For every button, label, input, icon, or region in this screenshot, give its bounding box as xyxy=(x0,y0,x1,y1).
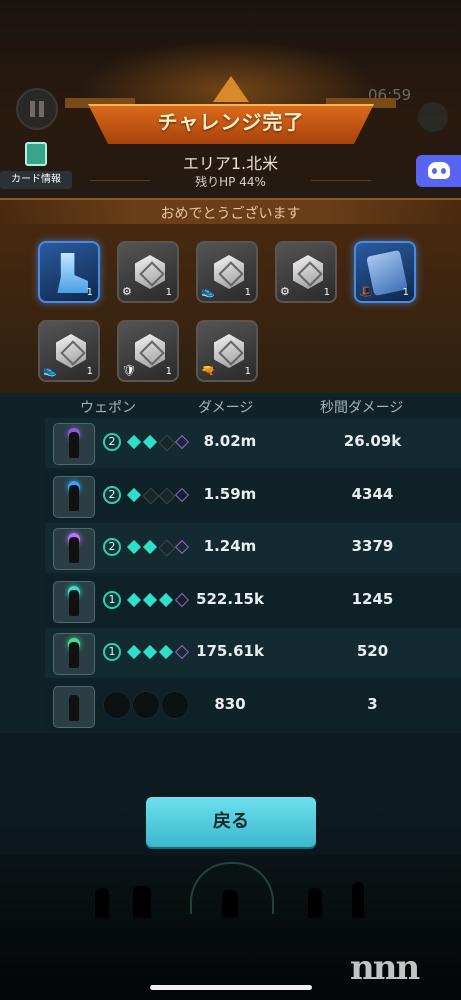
item-count: 1 xyxy=(402,287,409,298)
header-dps: 秒間ダメージ xyxy=(320,400,404,416)
banner-crest xyxy=(213,76,249,102)
unit-silhouette xyxy=(308,888,322,918)
item-count: 1 xyxy=(244,366,251,377)
back-button[interactable]: 戻る xyxy=(146,797,316,847)
reward-item[interactable]: 1 👟 xyxy=(196,241,258,303)
weapon-level-badge: 1 xyxy=(103,590,121,609)
damage-value: 1.24m xyxy=(203,537,257,555)
result-title: チャレンジ完了 xyxy=(157,110,305,134)
dps-value: 520 xyxy=(356,642,389,660)
damage-value: 830 xyxy=(214,694,246,713)
item-count: 1 xyxy=(86,287,93,298)
empty-slot xyxy=(132,690,160,719)
pause-button[interactable] xyxy=(16,88,58,130)
reward-item[interactable]: 1 👟 xyxy=(38,320,100,382)
table-row: 2 8.02m 26.09k xyxy=(45,418,461,468)
watermark-logo: nnn xyxy=(350,948,420,988)
weapon-figure xyxy=(69,537,79,563)
discord-eye-left xyxy=(432,168,437,174)
unit-silhouette xyxy=(222,890,238,918)
dps-value: 3379 xyxy=(351,537,394,555)
table-row: 2 1.24m 3379 xyxy=(45,523,461,573)
header-damage: ダメージ xyxy=(198,400,254,416)
speed-button[interactable] xyxy=(418,102,448,132)
table-row: 1 175.61k 520 xyxy=(45,628,461,678)
cog-icon: ⚙ xyxy=(122,285,132,298)
unit-silhouette xyxy=(352,882,364,918)
damage-value: 175.61k xyxy=(196,642,264,660)
home-indicator[interactable] xyxy=(150,985,312,990)
reward-item[interactable]: 1 xyxy=(38,241,100,303)
weapon-icon[interactable] xyxy=(53,475,95,518)
empty-slot xyxy=(103,690,131,719)
shoe-icon: 👟 xyxy=(43,364,57,377)
shoe-icon: 👟 xyxy=(201,285,215,298)
table-row: 2 1.59m 4344 xyxy=(45,470,461,521)
gun-icon: 🔫 xyxy=(201,364,215,377)
damage-value: 522.15k xyxy=(196,589,264,608)
weapon-level-badge: 2 xyxy=(103,433,121,451)
unit-silhouette xyxy=(95,888,109,918)
dps-value: 4344 xyxy=(351,484,394,503)
card-icon xyxy=(25,142,47,166)
dps-value: 3 xyxy=(367,694,378,713)
weapon-icon[interactable] xyxy=(53,580,95,623)
weapon-icon[interactable] xyxy=(53,423,95,465)
card-info-label[interactable]: カード情報 xyxy=(0,171,72,189)
weapon-figure xyxy=(69,432,79,458)
damage-value: 1.59m xyxy=(203,484,257,503)
dps-value: 26.09k xyxy=(343,432,402,450)
reward-item[interactable]: 1 ⚙ xyxy=(117,241,179,303)
header-weapon: ウェポン xyxy=(80,400,136,416)
shield-icon: 🛡 xyxy=(122,364,136,377)
item-count: 1 xyxy=(165,287,172,298)
weapon-icon[interactable] xyxy=(53,685,95,728)
reward-item[interactable]: 1 ⚙ xyxy=(275,241,337,303)
weapon-figure xyxy=(69,589,79,616)
dps-value: 1245 xyxy=(351,589,394,608)
table-row: 1 522.15k 1245 xyxy=(45,575,461,626)
hat-icon: 🎩 xyxy=(359,285,373,298)
weapon-icon[interactable] xyxy=(53,633,95,675)
reward-item[interactable]: 1 🎩 xyxy=(354,241,416,303)
reward-item[interactable]: 1 🔫 xyxy=(196,320,258,382)
weapon-level-badge: 2 xyxy=(103,538,121,556)
discord-eye-right xyxy=(441,168,446,174)
weapon-figure xyxy=(69,484,79,511)
boots-icon xyxy=(57,253,88,293)
congrats-heading: おめでとうございます xyxy=(160,206,301,222)
weapon-figure xyxy=(69,642,79,668)
unit-silhouette xyxy=(133,886,151,918)
reward-item[interactable]: 1 🛡 xyxy=(117,320,179,382)
damage-value: 8.02m xyxy=(203,432,257,450)
item-count: 1 xyxy=(86,366,93,377)
weapon-figure xyxy=(69,694,79,721)
weapon-icon[interactable] xyxy=(53,528,95,570)
table-row: 830 3 xyxy=(45,680,461,731)
weapon-level-badge: 2 xyxy=(103,485,121,504)
item-count: 1 xyxy=(244,287,251,298)
discord-icon xyxy=(428,162,450,179)
weapon-level-badge: 1 xyxy=(103,643,121,661)
cog-icon: ⚙ xyxy=(280,285,290,298)
discord-button[interactable] xyxy=(416,155,461,187)
item-count: 1 xyxy=(323,287,330,298)
item-count: 1 xyxy=(165,366,172,377)
